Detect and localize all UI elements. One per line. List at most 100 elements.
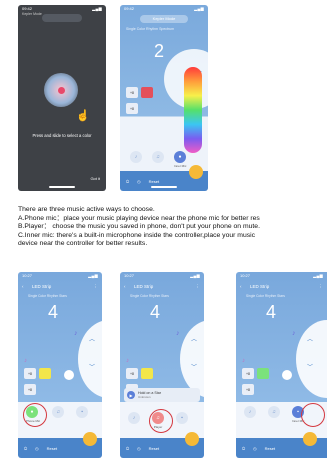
status-bar: 10:27 ▂▄▆ [18, 272, 102, 281]
status-bar: 10:27 ▂▄▆ [120, 272, 204, 281]
signal-icon: ▂▄▆ [313, 273, 323, 278]
music-fab-button[interactable] [83, 432, 97, 446]
note-icon: ♪ [292, 330, 296, 337]
mode-name: Single Color Rhythm Spectrum [126, 27, 175, 31]
refresh-button[interactable] [282, 370, 292, 380]
green-color-button[interactable] [257, 368, 269, 379]
note-icon: ♪ [74, 330, 78, 337]
power-icon[interactable]: ⏻ [126, 446, 129, 451]
inner-mic-icon: ▪ [76, 406, 89, 418]
mode-name: Single Color Rhythm Stars [246, 294, 285, 298]
color-dot[interactable] [58, 87, 65, 94]
power-icon[interactable]: ⏻ [24, 446, 27, 451]
adjust-button[interactable]: +8 [126, 87, 138, 98]
more-icon[interactable]: ⋮ [319, 284, 324, 290]
button-row-2: +8 [126, 103, 138, 114]
song-artist: Unknown [138, 395, 151, 399]
option-b-line: B.Player： choose the music you saved in … [18, 223, 260, 231]
power-icon[interactable]: ⏻ [242, 446, 245, 451]
mode-phone-mic[interactable]: ♪ [130, 151, 142, 168]
button-row: +8 [24, 368, 51, 379]
note-icon: ♪ [176, 330, 180, 337]
timer-icon[interactable]: ◷ [253, 446, 257, 451]
music-fab-button[interactable] [189, 165, 203, 179]
music-fab-button[interactable] [303, 432, 317, 446]
chevron-down-icon[interactable]: ﹀ [191, 362, 197, 371]
speed-dial[interactable] [78, 320, 102, 398]
note-icon: ♫ [152, 151, 164, 163]
highlight-circle [301, 403, 325, 427]
tutorial-hint: Press and slide to select a color [32, 133, 92, 138]
mode-number: 4 [150, 302, 161, 322]
mode-player[interactable]: ♫ [152, 151, 164, 168]
speed-dial[interactable] [296, 320, 327, 398]
chevron-down-icon[interactable]: ﹀ [307, 362, 313, 371]
chevron-up-icon[interactable]: ︿ [307, 334, 313, 343]
mode-inner-mic[interactable]: ▪ [76, 406, 89, 423]
timer-icon[interactable]: ◷ [137, 446, 141, 451]
mode-name: Single Color Rhythm Stars [130, 294, 169, 298]
reset-button[interactable]: Reset [149, 446, 159, 451]
adjust-button[interactable]: +8 [24, 368, 36, 379]
highlight-circle [149, 409, 173, 433]
got-it-button[interactable]: Got it [90, 176, 100, 181]
reset-button[interactable]: Reset [47, 446, 57, 451]
power-icon[interactable]: ⏻ [126, 179, 129, 184]
play-icon[interactable]: ▶ [127, 391, 135, 399]
music-fab-button[interactable] [185, 432, 199, 446]
screen-subtitle: Kepler Mode [22, 12, 42, 16]
adjust-button[interactable]: +8 [242, 368, 254, 379]
reset-button[interactable]: Reset [149, 179, 159, 184]
color-spectrum-slider[interactable] [184, 67, 202, 153]
chevron-up-icon[interactable]: ︿ [89, 334, 95, 343]
status-bar: 09:42 ▂▄▆ [120, 5, 208, 14]
note-icon-2: ♪ [242, 358, 245, 364]
option-c-line: C.Inner mic: there's a built-in micropho… [18, 231, 256, 239]
status-bar: 10:27 ▂▄▆ [236, 272, 327, 281]
button-row-2: +8 [242, 384, 254, 395]
back-icon[interactable]: ‹ [240, 284, 242, 290]
dim-header-pill [42, 14, 82, 22]
button-row: +8 [242, 368, 269, 379]
timer-icon[interactable]: ◷ [137, 179, 141, 184]
signal-icon: ▂▄▆ [92, 6, 102, 11]
yellow-color-button[interactable] [141, 368, 153, 379]
more-icon[interactable]: ⋮ [196, 284, 201, 290]
mic-icon: ♪ [130, 151, 142, 163]
adjust-button[interactable]: +8 [126, 368, 138, 379]
device-title: LED Strip [250, 284, 270, 289]
now-playing-card[interactable]: ▶ Hold on a Star Unknown [124, 388, 200, 402]
color-picker-screenshot: 09:42 ▂▄▆ Kepler Mode Single Color Rhyth… [120, 5, 208, 191]
refresh-button[interactable] [64, 370, 74, 380]
back-icon[interactable]: ‹ [124, 284, 126, 290]
timer-icon[interactable]: ◷ [35, 446, 39, 451]
mode-player[interactable]: ♫ [52, 406, 65, 423]
adjust-button-2[interactable]: +8 [126, 103, 138, 114]
signal-icon: ▂▄▆ [88, 273, 98, 278]
chevron-up-icon[interactable]: ︿ [191, 334, 197, 343]
mode-phone-mic[interactable]: ♪ [244, 406, 256, 423]
mic-icon: ♪ [128, 412, 140, 424]
adjust-button-2[interactable]: +8 [242, 384, 254, 395]
yellow-color-button[interactable] [39, 368, 51, 379]
more-icon[interactable]: ⋮ [94, 284, 99, 290]
mode-pill[interactable]: Kepler Mode [140, 15, 188, 23]
inner-mic-screenshot: 10:27 ▂▄▆ ‹ ⋮ LED Strip Single Color Rhy… [236, 272, 327, 458]
speed-dial[interactable] [180, 320, 204, 398]
highlight-circle [23, 403, 47, 427]
adjust-button-2[interactable]: +8 [24, 384, 36, 395]
home-indicator [151, 186, 177, 188]
red-color-button[interactable] [141, 87, 153, 98]
signal-icon: ▂▄▆ [194, 6, 204, 11]
status-time: 10:27 [124, 273, 135, 278]
mode-number: 2 [154, 41, 165, 61]
reset-button[interactable]: Reset [265, 446, 275, 451]
chevron-down-icon[interactable]: ﹀ [89, 362, 95, 371]
note-icon: ♫ [268, 406, 280, 418]
status-time: 10:27 [240, 273, 251, 278]
mode-player[interactable]: ♫ [268, 406, 280, 423]
mode-inner-mic[interactable]: ▪ [176, 412, 188, 429]
back-icon[interactable]: ‹ [22, 284, 24, 290]
mode-phone-mic[interactable]: ♪ [128, 412, 140, 429]
mode-inner-mic[interactable]: ● Inner Mic [174, 151, 186, 168]
